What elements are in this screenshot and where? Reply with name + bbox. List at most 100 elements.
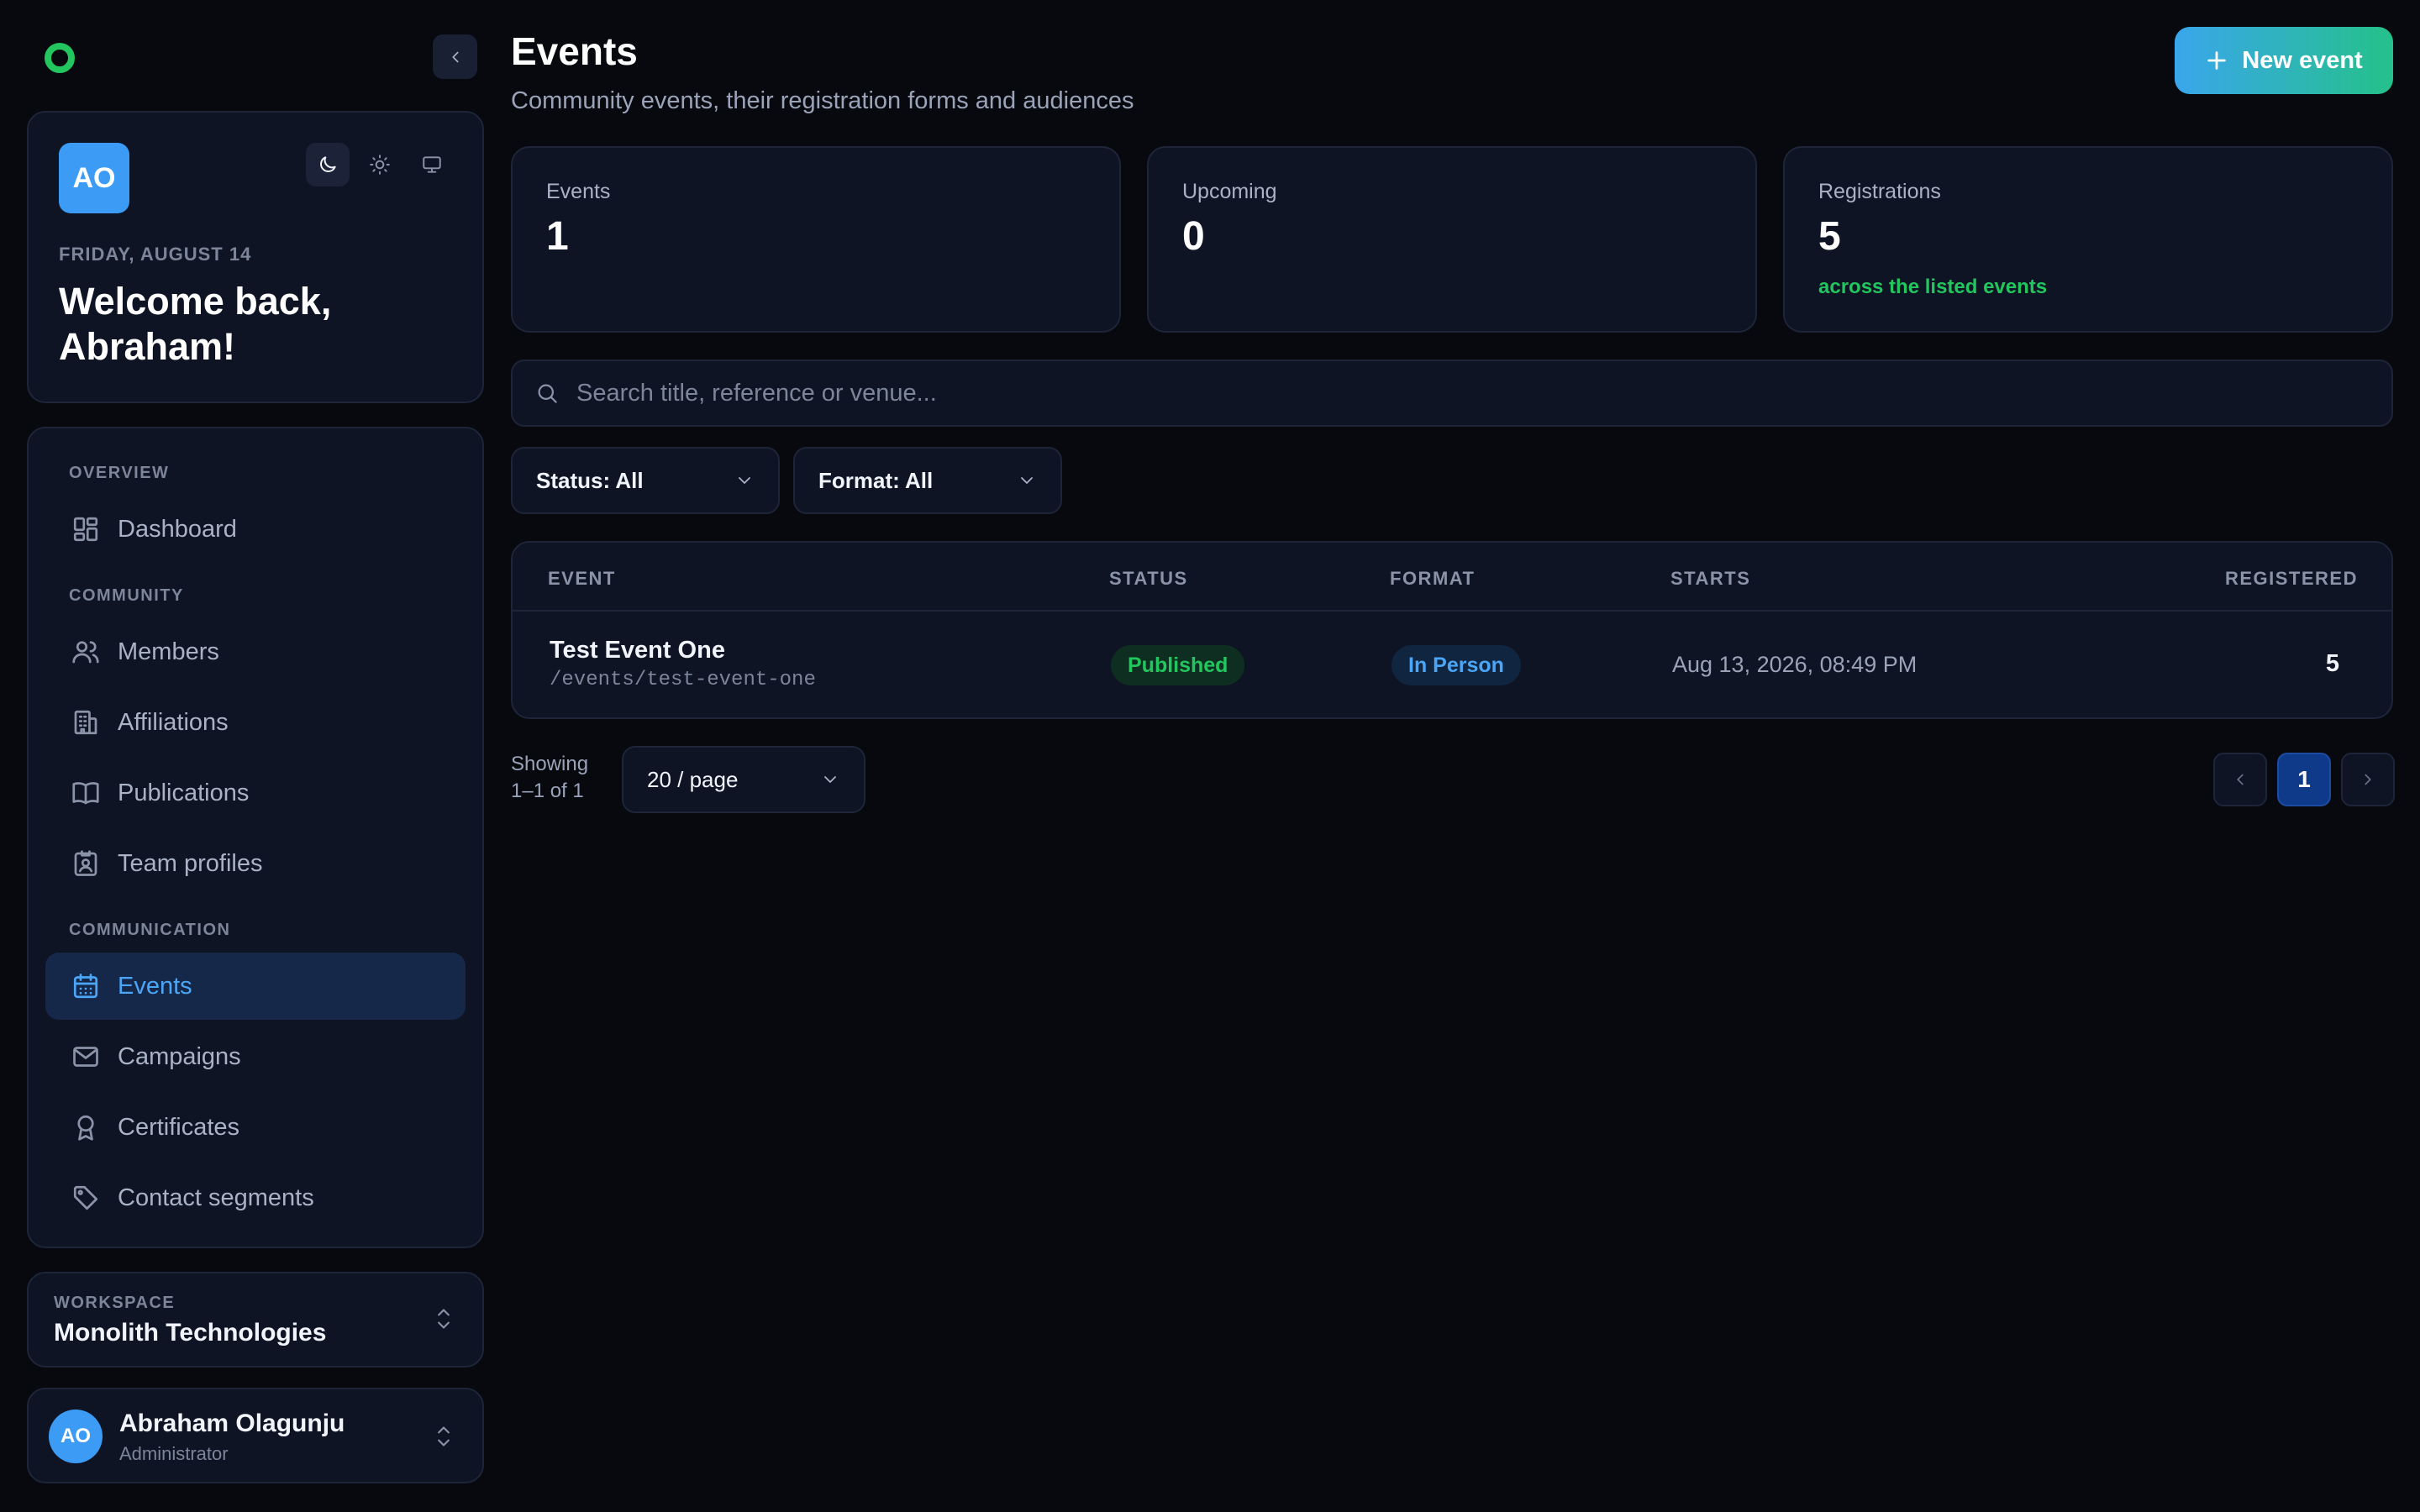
user-name: Abraham Olagunju: [119, 1410, 345, 1437]
mail-icon: [73, 1047, 98, 1067]
event-title[interactable]: Test Event One: [550, 637, 725, 664]
stat-value: 5: [1818, 214, 1841, 259]
sidebar-item-label: Events: [118, 972, 192, 1000]
collapse-sidebar-button[interactable]: [433, 34, 477, 79]
chevron-down-icon: [739, 477, 750, 484]
sidebar-item-dashboard[interactable]: Dashboard: [45, 496, 466, 563]
nav-section-community: COMMUNITY: [69, 586, 184, 605]
status-filter-select[interactable]: Status: All: [511, 447, 780, 514]
sidebar-item-campaigns[interactable]: Campaigns: [45, 1023, 466, 1090]
format-filter-value: Format: All: [818, 467, 934, 493]
sidebar-item-contact-segments[interactable]: Contact segments: [45, 1164, 466, 1231]
users-icon: [72, 641, 99, 664]
theme-dark-button[interactable]: [306, 143, 350, 186]
format-filter-select[interactable]: Format: All: [793, 447, 1062, 514]
avatar: AO: [49, 1410, 103, 1463]
sidebar-item-label: Campaigns: [118, 1042, 241, 1070]
sidebar-item-publications[interactable]: Publications: [45, 759, 466, 827]
chevron-up-down-icon: [438, 1426, 450, 1446]
book-icon: [72, 782, 99, 805]
nav-section-overview: OVERVIEW: [69, 464, 170, 482]
chevron-down-icon: [824, 776, 836, 783]
nav-section-communication: COMMUNICATION: [69, 921, 231, 939]
stat-card-registrations: Registrations 5 across the listed events: [1783, 146, 2393, 333]
user-role: Administrator: [119, 1443, 229, 1464]
per-page-value: 20 / page: [647, 766, 739, 792]
per-page-select[interactable]: 20 / page: [622, 746, 865, 813]
moon-icon: [320, 156, 336, 172]
new-event-label: New event: [2242, 46, 2363, 74]
sidebar-nav: OVERVIEW Dashboard COMMUNITY Members Aff…: [27, 427, 484, 1248]
sidebar-item-label: Affiliations: [118, 708, 229, 736]
event-path: /events/test-event-one: [550, 669, 816, 691]
stat-note: across the listed events: [1818, 276, 2048, 298]
building-icon: [74, 710, 97, 735]
award-icon: [77, 1115, 94, 1141]
stat-card-upcoming: Upcoming 0: [1147, 146, 1757, 333]
workspace-label: WORKSPACE: [54, 1294, 176, 1312]
sidebar-item-affiliations[interactable]: Affiliations: [45, 689, 466, 756]
workspace-switcher[interactable]: WORKSPACE Monolith Technologies: [27, 1272, 484, 1368]
status-filter-value: Status: All: [536, 467, 644, 493]
calendar-icon: [73, 974, 98, 999]
column-header-format[interactable]: FORMAT: [1390, 568, 1475, 590]
search-icon: [538, 384, 557, 403]
theme-switcher: [306, 143, 454, 186]
format-badge: In Person: [1392, 645, 1521, 685]
pagination-summary: Showing 1–1 of 1: [511, 753, 589, 802]
monitor-icon: [423, 156, 441, 173]
stat-value: 0: [1182, 214, 1205, 259]
table-divider: [513, 610, 2391, 612]
page-title: Events: [511, 29, 638, 73]
column-header-status[interactable]: STATUS: [1109, 568, 1188, 590]
sidebar-item-label: Publications: [118, 779, 250, 806]
workspace-name: Monolith Technologies: [54, 1319, 327, 1347]
page-subtitle: Community events, their registration for…: [511, 87, 1134, 114]
current-date: FRIDAY, AUGUST 14: [59, 244, 252, 265]
next-page-button[interactable]: [2341, 753, 2395, 806]
status-badge: Published: [1111, 645, 1245, 685]
stat-label: Events: [546, 180, 611, 203]
chevron-left-icon: [2237, 774, 2244, 785]
theme-light-button[interactable]: [358, 143, 402, 186]
chevron-right-icon: [2365, 774, 2371, 785]
sidebar-item-label: Members: [118, 638, 219, 665]
column-header-event[interactable]: EVENT: [548, 568, 616, 590]
dashboard-icon: [73, 517, 98, 542]
stat-label: Registrations: [1818, 180, 1941, 203]
registered-count: 5: [2325, 650, 2339, 677]
event-start-time: Aug 13, 2026, 08:49 PM: [1672, 652, 1918, 677]
chevron-left-icon: [451, 51, 459, 62]
sidebar-item-team-profiles[interactable]: Team profiles: [45, 830, 466, 897]
welcome-greeting: Welcome back, Abraham!: [59, 280, 332, 368]
tag-icon: [73, 1185, 98, 1210]
events-table: EVENT STATUS FORMAT STARTS REGISTERED Te…: [511, 541, 2393, 719]
search-input[interactable]: [576, 379, 2341, 407]
avatar: AO: [59, 143, 129, 213]
column-header-starts[interactable]: STARTS: [1670, 568, 1750, 590]
sidebar-item-label: Certificates: [118, 1113, 240, 1141]
sidebar-item-label: Team profiles: [118, 849, 263, 877]
previous-page-button[interactable]: [2213, 753, 2267, 806]
chevron-down-icon: [1021, 477, 1033, 484]
stat-label: Upcoming: [1182, 180, 1277, 203]
sidebar-item-label: Dashboard: [118, 515, 237, 543]
stat-value: 1: [546, 214, 569, 259]
user-menu[interactable]: AO Abraham Olagunju Administrator: [27, 1388, 484, 1483]
page-button-current[interactable]: 1: [2277, 753, 2331, 806]
sidebar-item-events[interactable]: Events: [45, 953, 466, 1020]
new-event-button[interactable]: New event: [2175, 27, 2393, 94]
stat-card-events: Events 1: [511, 146, 1121, 333]
sidebar-item-certificates[interactable]: Certificates: [45, 1094, 466, 1161]
sun-icon: [370, 155, 390, 175]
sidebar-item-label: Contact segments: [118, 1184, 314, 1211]
chevron-up-down-icon: [438, 1309, 450, 1329]
welcome-card: AO FRIDAY, AUGUST 14 Welcome back, Abrah…: [27, 111, 484, 403]
search-bar: [511, 360, 2393, 427]
column-header-registered[interactable]: REGISTERED: [2225, 568, 2358, 590]
id-badge-icon: [74, 850, 97, 876]
plus-icon: [2207, 51, 2226, 70]
theme-system-button[interactable]: [410, 143, 454, 186]
sidebar-item-members[interactable]: Members: [45, 618, 466, 685]
app-logo: [45, 43, 75, 73]
